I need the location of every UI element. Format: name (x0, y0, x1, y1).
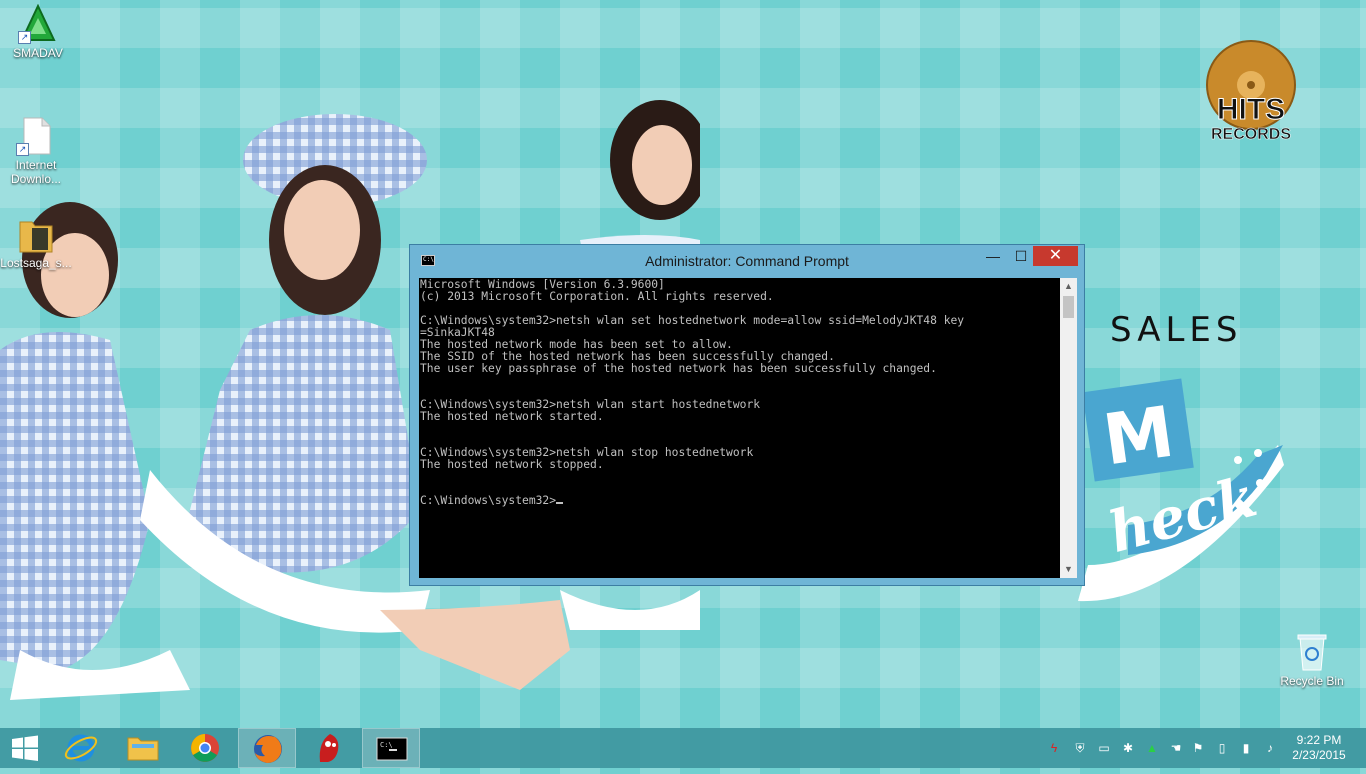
folder-icon (18, 214, 54, 254)
vertical-scrollbar[interactable]: ▲ ▼ (1060, 278, 1077, 578)
svg-text:M: M (1098, 391, 1178, 482)
taskbar-google-chrome[interactable] (176, 728, 234, 768)
smadav-icon: ↗ (18, 3, 56, 44)
desktop-icon-internet-download[interactable]: ↗ Internet Downlo... (0, 116, 72, 186)
console-output[interactable]: Microsoft Windows [Version 6.3.9600] (c)… (419, 278, 1060, 578)
minimize-button[interactable]: — (980, 246, 1006, 266)
device-tray-icon[interactable]: ▯ (1214, 740, 1230, 756)
taskbar: C:\ ϟ ⛨ ▭ ✱ ▲ ☚ ⚑ ▯ ▮ ♪ 9:22 PM 2/23/201… (0, 728, 1366, 768)
taskbar-clock[interactable]: 9:22 PM 2/23/2015 (1282, 733, 1356, 763)
scroll-thumb[interactable] (1063, 296, 1074, 318)
flag-tray-icon[interactable]: ⚑ (1190, 740, 1206, 756)
clock-time: 9:22 PM (1296, 733, 1342, 747)
desktop-icon-lostsaga[interactable]: Lostsaga_s... (0, 214, 72, 270)
clock-date: 2/23/2015 (1292, 748, 1346, 762)
shield-tray-icon[interactable]: ⛨ (1072, 740, 1088, 756)
svg-text:C:\: C:\ (380, 741, 393, 749)
bug-tray-icon[interactable]: ✱ (1120, 740, 1136, 756)
firefox-icon (254, 735, 282, 763)
desktop-icon-label: Internet Downlo... (10, 158, 62, 186)
console-prompt: C:\Windows\system32> (420, 494, 557, 507)
internet-explorer-icon (64, 734, 98, 762)
command-prompt-window[interactable]: C:\ Administrator: Command Prompt — ☐ ✕ … (409, 244, 1085, 586)
logo-hits: HITS (1216, 93, 1286, 126)
battery-tray-icon[interactable]: ▮ (1238, 740, 1254, 756)
taskbar-firefox[interactable] (238, 728, 296, 768)
chrome-icon (191, 734, 219, 762)
scroll-down-icon[interactable]: ▼ (1060, 561, 1077, 578)
wallpaper-sales-text: SALES (1110, 310, 1243, 350)
taskbar-internet-explorer[interactable] (52, 728, 110, 768)
console-line: (c) 2013 Microsoft Corporation. All righ… (420, 290, 774, 303)
start-button[interactable] (0, 728, 50, 768)
console-line: The hosted network stopped. (420, 458, 604, 471)
cmd-icon: C:\ (376, 737, 408, 761)
recycle-bin-icon (1294, 632, 1330, 672)
taskbar-file-explorer[interactable] (114, 728, 172, 768)
scroll-up-icon[interactable]: ▲ (1060, 278, 1077, 295)
logo-records: RECORDS (1210, 126, 1292, 144)
smadav-green-tray-icon[interactable]: ▲ (1144, 740, 1160, 756)
window-titlebar[interactable]: C:\ Administrator: Command Prompt — ☐ ✕ (410, 245, 1084, 277)
console-line: C:\Windows\system32>netsh wlan set hoste… (420, 314, 965, 327)
folder-icon (127, 737, 159, 761)
document-icon: ↗ (16, 116, 54, 156)
desktop-icon-smadav[interactable]: ↗ SMADAV (2, 3, 74, 60)
hits-records-logo: HITS RECORDS (1203, 40, 1303, 150)
shortcut-arrow-icon: ↗ (18, 31, 31, 44)
red-app-icon (319, 734, 339, 762)
volume-muted-tray-icon[interactable]: ♪ (1262, 740, 1278, 756)
maximize-button[interactable]: ☐ (1008, 246, 1034, 266)
shortcut-arrow-icon: ↗ (16, 143, 29, 156)
console-prompt-line[interactable]: C:\Windows\system32> (420, 495, 1058, 507)
desktop-icon-label: Lostsaga_s... (0, 256, 72, 270)
close-button[interactable]: ✕ (1033, 246, 1078, 266)
console-line: The user key passphrase of the hosted ne… (420, 362, 937, 375)
taskbar-red-app[interactable] (300, 728, 358, 768)
taskbar-command-prompt[interactable]: C:\ (362, 728, 420, 768)
monitor-tray-icon[interactable]: ▭ (1096, 740, 1112, 756)
windows-logo-icon (12, 735, 38, 761)
wallpaper-check-graphic: M heck (1068, 365, 1288, 605)
desktop-icon-recycle-bin[interactable]: Recycle Bin (1276, 632, 1348, 688)
console-line: The hosted network started. (420, 410, 604, 423)
desktop-icon-label: SMADAV (13, 46, 63, 60)
desktop-icon-label: Recycle Bin (1280, 674, 1344, 688)
hand-tray-icon[interactable]: ☚ (1168, 740, 1184, 756)
text-cursor (556, 502, 564, 504)
smadav-tray-icon[interactable]: ϟ (1046, 740, 1062, 756)
